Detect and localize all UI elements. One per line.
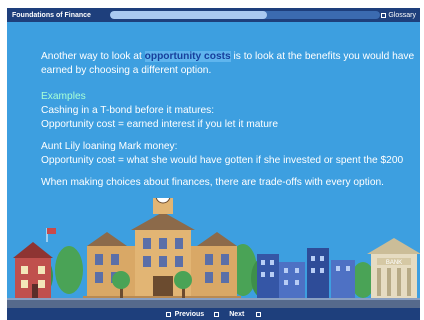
next-label: Next: [229, 310, 245, 318]
bottom-nav-bar: Previous Next: [7, 308, 420, 320]
progress-fill: [110, 11, 267, 19]
examples-heading: Examples: [41, 91, 86, 102]
lesson-text: Another way to look at opportunity costs…: [41, 50, 416, 198]
glossary-icon: [381, 12, 387, 18]
glossary-label: Glossary: [388, 11, 416, 19]
previous-icon: [165, 311, 171, 317]
next-button[interactable]: Next: [229, 310, 262, 318]
previous-label: Previous: [174, 310, 205, 318]
intro-paragraph: Another way to look at opportunity costs…: [41, 50, 416, 78]
top-bar: Foundations of Finance Glossary: [7, 8, 420, 22]
course-window: Foundations of Finance Glossary Another …: [0, 0, 424, 320]
progress-bar: [110, 11, 380, 19]
examples-block: Examples Cashing in a T-bond before it m…: [41, 90, 416, 132]
city-illustration: BANK: [7, 198, 420, 310]
previous-button[interactable]: Previous: [165, 310, 205, 318]
bank-building: BANK: [367, 238, 420, 300]
red-house: [13, 228, 56, 298]
glossary-term-link[interactable]: opportunity costs: [144, 51, 231, 62]
glossary-button[interactable]: Glossary: [381, 8, 416, 22]
next-icon: [256, 311, 262, 317]
bank-sign: BANK: [386, 260, 402, 266]
closing-paragraph: When making choices about finances, ther…: [41, 177, 384, 188]
blue-buildings: [257, 248, 355, 300]
example2-detail: Opportunity cost = what she would have g…: [41, 155, 404, 166]
menu-icon[interactable]: [214, 311, 220, 317]
course-title: Foundations of Finance: [12, 11, 91, 19]
example2-title: Aunt Lily loaning Mark money:: [41, 141, 178, 152]
example1-title: Cashing in a T-bond before it matures:: [41, 105, 215, 116]
city-hall: [83, 198, 241, 300]
intro-text-start: Another way to look at: [41, 51, 145, 62]
content-stage: Another way to look at opportunity costs…: [7, 22, 420, 310]
example2-block: Aunt Lily loaning Mark money: Opportunit…: [41, 140, 416, 168]
example1-detail: Opportunity cost = earned interest if yo…: [41, 119, 278, 130]
